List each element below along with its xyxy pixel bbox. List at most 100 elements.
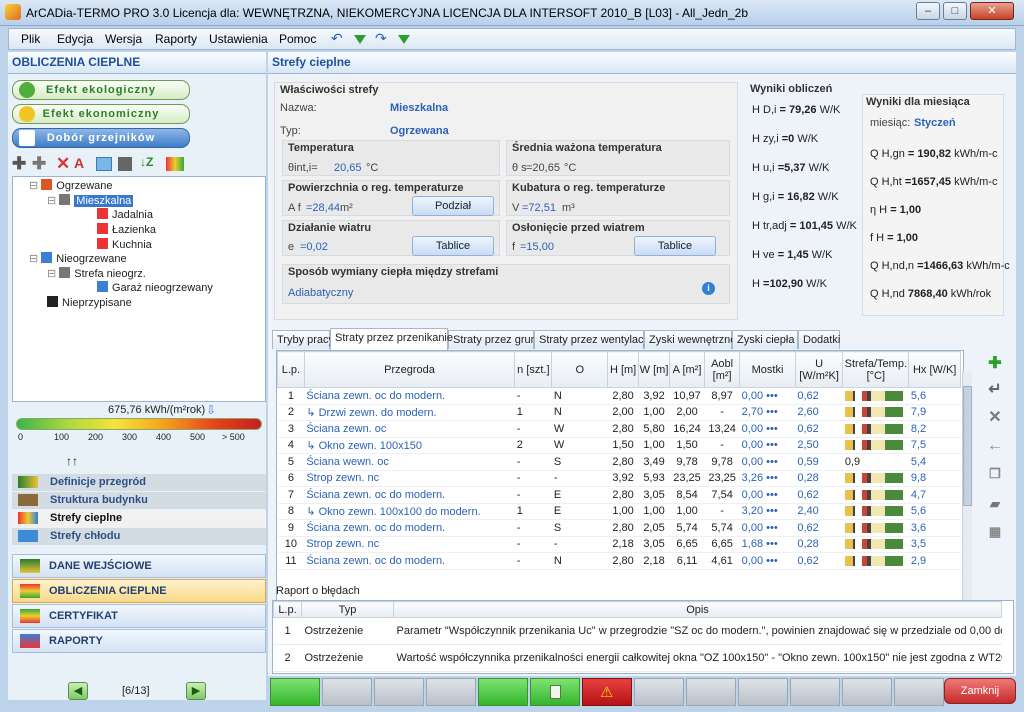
column-header[interactable]: Hx [W/K] [908, 351, 961, 388]
shield-tables-button[interactable]: Tablice [634, 236, 716, 256]
more-icon[interactable]: ••• [763, 406, 778, 418]
menu-pomoc[interactable]: Pomoc [279, 32, 316, 46]
ecological-effect-button[interactable]: Efekt ekologiczny [12, 80, 190, 100]
color-icon[interactable] [166, 157, 184, 171]
zone-selector-icon[interactable] [844, 522, 903, 533]
column-header[interactable]: O [551, 351, 609, 388]
month-value[interactable]: Styczeń [914, 117, 956, 129]
nav-strefy-chlodu[interactable]: Strefy chłodu [12, 528, 266, 545]
column-header[interactable]: Mostki [739, 351, 796, 388]
error-column-header[interactable]: L.p. [273, 601, 302, 618]
economic-effect-button[interactable]: Efekt ekonomiczny [12, 104, 190, 124]
more-icon[interactable]: ••• [763, 505, 778, 517]
more-icon[interactable]: ••• [763, 390, 778, 402]
nav-struktura-budynku[interactable]: Struktura budynku [12, 492, 266, 509]
tree-item-garaz[interactable]: Garaż nieogrzewany [97, 281, 213, 294]
area-value[interactable]: =28,44 [306, 202, 340, 214]
table-scrollbar[interactable] [962, 372, 972, 624]
sort-icon[interactable]: ↓Z [140, 155, 153, 169]
more-icon[interactable]: ••• [763, 522, 778, 534]
tree-item-kuchnia[interactable]: Kuchnia [97, 238, 152, 251]
more-icon[interactable]: ••• [763, 489, 778, 501]
more-icon[interactable]: ••• [763, 538, 778, 550]
rename-icon[interactable]: A [74, 155, 84, 171]
error-row[interactable]: 1 Ostrzeżenie Parametr "Współczynnik przen… [273, 617, 1002, 645]
insert-row-icon[interactable]: ↵ [984, 380, 1006, 400]
tree-item-jadalnia[interactable]: Jadalnia [97, 208, 153, 221]
zone-selector-icon[interactable] [844, 539, 903, 550]
column-header[interactable]: Przegroda [303, 351, 516, 388]
table-row[interactable]: 7 Ściana zewn. oc do modern. - E 2,80 3,05 8,5… [277, 486, 961, 504]
minimize-button[interactable]: – [916, 2, 940, 20]
zone-selector-icon[interactable] [844, 473, 903, 484]
tree-item-mieszkalna[interactable]: ⊟ Mieszkalna [47, 194, 134, 207]
temperature-value[interactable]: 20,65 [334, 162, 362, 174]
scrollbar-thumb[interactable] [963, 386, 972, 506]
table-row[interactable]: 5 Ściana wewn. oc - S 2,80 3,49 9,78 9,78 0,00 •… [277, 453, 961, 471]
column-header[interactable]: Strefa/Temp. [°C] [842, 351, 910, 388]
table-row[interactable]: 11 Ściana zewn. oc do modern. - N 2,80 2,18 6,… [277, 552, 961, 570]
zone-selector-icon[interactable] [844, 506, 903, 517]
table-row[interactable]: 1 Ściana zewn. oc do modern. - N 2,80 3,92 10,… [277, 387, 961, 405]
menu-raporty[interactable]: Raporty [155, 32, 197, 46]
tab-5[interactable]: Zyski ciepła [732, 330, 798, 349]
volume-value[interactable]: =72,51 [522, 202, 556, 214]
nav-definicje-przegrod[interactable]: Definicje przegród [12, 474, 266, 491]
tree-item-ogrzewane[interactable]: ⊟ Ogrzewane [29, 179, 113, 192]
more-icon[interactable]: ••• [763, 456, 778, 468]
table-row[interactable]: 3 Ściana zewn. oc - W 2,80 5,80 16,24 13,24 0,00… [277, 420, 961, 438]
column-header[interactable]: L.p. [277, 351, 305, 388]
zone-selector-icon[interactable] [844, 489, 903, 500]
delete-icon[interactable]: ✕ [56, 154, 70, 174]
more-icon[interactable]: ••• [763, 423, 778, 435]
table-row[interactable]: 10 Strop zewn. nc - -2,18 3,05 6,65 6,65 1,68 •… [277, 536, 961, 553]
table-row[interactable]: 6 Strop zewn. nc - -3,92 5,93 23,25 23,25 3,26 … [277, 470, 961, 487]
menu-plik[interactable]: Plik [21, 32, 40, 46]
shield-value[interactable]: =15,00 [520, 241, 554, 253]
tree-item-strefa-nieogrz[interactable]: ⊟ Strefa nieogrz. [47, 267, 146, 280]
error-column-header[interactable]: Opis [393, 601, 1002, 618]
more-icon[interactable]: ••• [763, 555, 778, 567]
tree-item-nieogrzewane[interactable]: ⊟ Nieogrzewane [29, 252, 127, 265]
tab-0[interactable]: Tryby pracy [272, 330, 334, 349]
nav-obliczenia-cieplne[interactable]: OBLICZENIA CIEPLNE [12, 579, 266, 603]
undo-dropdown-icon[interactable] [353, 32, 367, 46]
prev-page-button[interactable]: ◀ [68, 682, 88, 700]
column-header[interactable]: W [m] [638, 351, 670, 388]
wind-tables-button[interactable]: Tablice [412, 236, 494, 256]
nav-raporty[interactable]: RAPORTY [12, 629, 266, 653]
zone-selector-icon[interactable] [844, 423, 903, 434]
undo-icon[interactable]: ↶ [331, 30, 345, 46]
nav-dane-wejsciowe[interactable]: DANE WEJŚCIOWE [12, 554, 266, 578]
add-zone-icon[interactable]: ✚ [12, 154, 26, 174]
tab-6[interactable]: Dodatki [798, 330, 840, 349]
column-header[interactable]: Aobl [m²] [704, 351, 741, 388]
name-value[interactable]: Mieszkalna [390, 102, 448, 114]
more-icon[interactable]: ••• [763, 472, 778, 484]
paste-row-icon[interactable]: ▰ [984, 494, 1006, 514]
column-header[interactable]: n [szt.] [514, 351, 553, 388]
info-icon[interactable]: i [702, 282, 715, 295]
error-row[interactable]: 2 Ostrzeżenie Wartość współczynnika przeni… [273, 644, 1002, 672]
menu-ustawienia[interactable]: Ustawienia [209, 32, 268, 46]
zone-selector-icon[interactable] [844, 440, 903, 451]
table-row[interactable]: 4 ↳ Okno zewn. 100x150 2 W 1,50 1,00 1,50-0,0… [277, 437, 961, 454]
delete-row-icon[interactable]: ✕ [984, 408, 1006, 428]
column-header[interactable]: A [m²] [668, 351, 706, 388]
next-page-button[interactable]: ▶ [186, 682, 206, 700]
exchange-value[interactable]: Adiabatyczny [288, 287, 353, 299]
tree-item-nieprzypisane[interactable]: Nieprzypisane [47, 296, 132, 309]
tab-2[interactable]: Straty przez grunt [448, 330, 540, 349]
back-icon[interactable]: ← [984, 436, 1006, 456]
zone-selector-icon[interactable] [844, 390, 903, 401]
zone-selector-icon[interactable] [844, 407, 903, 418]
zamknij-button[interactable]: Zamknij [944, 678, 1016, 704]
menu-edycja[interactable]: Edycja [57, 32, 93, 46]
radiator-selection-button[interactable]: Dobór grzejników [12, 128, 190, 148]
add-row-icon[interactable]: ✚ [984, 354, 1006, 374]
column-header[interactable]: H [m] [607, 351, 640, 388]
tab-1[interactable]: Straty przez przenikanie [330, 328, 453, 350]
menu-wersja[interactable]: Wersja [105, 32, 142, 46]
type-value[interactable]: Ogrzewana [390, 125, 449, 137]
wind-value[interactable]: =0,02 [300, 241, 328, 253]
